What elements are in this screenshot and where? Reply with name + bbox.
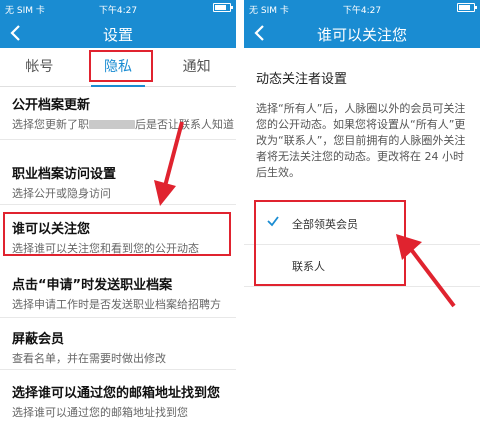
setting-send-profile-on-apply[interactable]: 点击“申请”时发送职业档案 选择申请工作时是否发送职业档案给招聘方 [0,266,236,318]
setting-subtitle: 选择公开或隐身访问 [12,187,111,200]
section-description: 选择“所有人”后，人脉圈以外的会员可关注您的公开动态。如果您将设置从“所有人”更… [256,102,466,179]
setting-public-profile-updates[interactable]: 公开档案更新 选择您更新了职 后是否让联系人知道 [0,90,236,140]
setting-title: 屏蔽会员 [12,332,65,347]
status-bar: 无 SIM 卡 下午4:27 [244,0,480,18]
privacy-tab-highlight [89,50,153,82]
setting-find-by-email[interactable]: 选择谁可以通过您的邮箱地址找到您 选择谁可以通过您的邮箱地址找到您 [0,378,236,430]
setting-title: 职业档案访问设置 [12,167,117,182]
setting-title: 选择谁可以通过您的邮箱地址找到您 [12,386,221,401]
page-title: 设置 [102,26,133,44]
setting-subtitle: 查看名单，并在需要时做出修改 [12,352,166,365]
nav-bar: 设置 [0,18,236,48]
battery-icon [210,3,233,14]
follow-setting-highlight [3,212,231,256]
nav-bar: 谁可以关注您 [244,18,480,48]
setting-blocked-members[interactable]: 屏蔽会员 查看名单，并在需要时做出修改 [0,322,236,370]
setting-title: 点击“申请”时发送职业档案 [12,278,173,293]
tab-notifications[interactable]: 通知 [157,48,236,86]
setting-subtitle: 选择申请工作时是否发送职业档案给招聘方 [12,298,221,311]
setting-subtitle: 选择您更新了职 后是否让联系人知道 [12,118,234,131]
tab-account[interactable]: 帐号 [0,48,79,86]
setting-subtitle: 选择谁可以通过您的邮箱地址找到您 [12,406,188,419]
battery-icon [454,3,477,14]
setting-profile-visibility[interactable]: 职业档案访问设置 选择公开或隐身访问 [0,155,236,205]
status-time: 下午4:27 [98,6,138,16]
page-title: 谁可以关注您 [316,26,407,44]
settings-screen: 无 SIM 卡 下午4:27 设置 帐号 隐私 通知 公开档案更新 选择您更新了… [0,0,236,438]
status-bar: 无 SIM 卡 下午4:27 [0,0,236,18]
status-time: 下午4:27 [342,6,382,16]
section-title: 动态关注者设置 [256,72,348,87]
screen-divider [236,0,244,438]
options-highlight [254,200,406,286]
follow-settings-screen: 无 SIM 卡 下午4:27 谁可以关注您 动态关注者设置 选择“所有人”后，人… [244,0,480,438]
setting-title: 公开档案更新 [12,98,91,113]
